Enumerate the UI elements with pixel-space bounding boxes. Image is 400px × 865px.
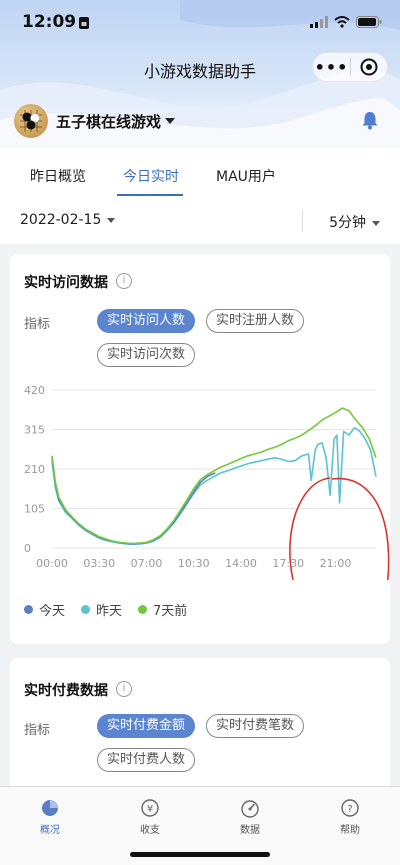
legend-7days-ago[interactable]: 7天前 (138, 600, 187, 619)
x-tick-label: 10:30 (178, 557, 210, 570)
sim-card-icon (79, 17, 89, 29)
game-name: 五子棋在线游戏 (56, 112, 162, 131)
chevron-down-icon (372, 220, 380, 226)
card-title: 实时访问数据 (24, 275, 108, 291)
realtime-visits-chart: 420 315 210 105 0 00:00 03:30 07:00 10:30 14:00 17… (24, 384, 390, 580)
y-tick-label: 420 (24, 384, 45, 397)
chip-realtime-registrations[interactable]: 实时注册人数 (206, 309, 305, 333)
realtime-payments-card: 实时付费数据 i 指标 实时付费金额 实时付费笔数 实时付费人数 (10, 658, 390, 798)
svg-text:?: ? (347, 804, 352, 815)
tab-today-realtime[interactable]: 今日实时 (123, 166, 179, 186)
status-time: 12:09 (22, 12, 77, 32)
mini-program-capsule: ••• (312, 52, 388, 82)
home-indicator (130, 852, 270, 857)
nav-data[interactable]: 数据 (220, 795, 280, 836)
legend-dot (138, 605, 148, 614)
signal-icon (310, 16, 328, 28)
chevron-down-icon (107, 217, 116, 223)
nav-income[interactable]: ¥ 收支 (120, 795, 180, 836)
interval-picker[interactable]: 5分钟 (329, 212, 380, 232)
legend-label: 昨天 (96, 604, 123, 619)
x-tick-label: 21:00 (320, 557, 352, 570)
chart-legend: 今天 昨天 7天前 (24, 600, 187, 619)
legend-dot (24, 605, 33, 614)
x-tick-label: 14:00 (225, 557, 257, 570)
chip-realtime-visits[interactable]: 实时访问次数 (97, 343, 196, 367)
status-bar: 12:09 (0, 12, 400, 36)
y-tick-label: 210 (24, 463, 45, 476)
chevron-down-icon (165, 118, 176, 124)
bell-icon (362, 112, 378, 130)
game-avatar (14, 104, 48, 138)
legend-today[interactable]: 今天 (24, 600, 65, 619)
gauge-icon (241, 800, 259, 818)
go-board-icon (20, 110, 42, 132)
nav-label: 概况 (40, 825, 60, 836)
x-tick-label: 07:00 (131, 557, 163, 570)
series-line-0 (51, 457, 216, 545)
x-tick-label: 17:30 (272, 557, 304, 570)
nav-overview[interactable]: 概况 (20, 795, 80, 836)
tab-bar: 昨日概览 今日实时 MAU用户 (0, 148, 400, 198)
nav-label: 收支 (140, 825, 160, 836)
more-button[interactable]: ••• (313, 52, 350, 82)
header: 12:09 小游戏数据助手 ••• 五子棋在线游戏 (0, 0, 400, 148)
series-line-1 (51, 426, 377, 545)
chip-paying-users[interactable]: 实时付费人数 (97, 748, 196, 772)
legend-yesterday[interactable]: 昨天 (81, 600, 122, 619)
y-tick-label: 105 (24, 503, 45, 516)
game-selector[interactable]: 五子棋在线游戏 (14, 104, 176, 138)
legend-dot (81, 605, 91, 614)
metric-label: 指标 (24, 723, 51, 738)
nav-help[interactable]: ? 帮助 (320, 795, 380, 836)
interval-value: 5分钟 (329, 215, 366, 231)
y-tick-label: 0 (24, 542, 31, 555)
svg-text:¥: ¥ (147, 804, 153, 815)
info-icon[interactable]: i (116, 273, 132, 289)
help-icon: ? (341, 799, 359, 817)
chip-payment-amount[interactable]: 实时付费金额 (97, 714, 196, 738)
filter-bar: 2022-02-15 5分钟 (0, 198, 400, 244)
notification-button[interactable] (360, 110, 380, 134)
legend-label: 今天 (39, 604, 66, 619)
date-picker[interactable]: 2022-02-15 (20, 212, 116, 228)
wifi-icon (334, 16, 350, 28)
metric-label: 指标 (24, 317, 51, 332)
x-tick-label: 00:00 (36, 557, 68, 570)
card-title: 实时付费数据 (24, 683, 108, 699)
legend-label: 7天前 (153, 604, 188, 619)
yen-coin-icon: ¥ (141, 799, 159, 817)
close-target-icon (360, 58, 378, 76)
x-tick-label: 03:30 (83, 557, 115, 570)
tab-mau[interactable]: MAU用户 (216, 166, 276, 186)
date-value: 2022-02-15 (20, 212, 102, 228)
info-icon[interactable]: i (116, 681, 132, 697)
pie-chart-icon (42, 800, 58, 816)
y-tick-label: 315 (24, 424, 45, 437)
battery-icon (356, 16, 382, 28)
close-button[interactable] (351, 52, 387, 82)
nav-label: 帮助 (340, 825, 360, 836)
chip-realtime-visitors[interactable]: 实时访问人数 (97, 309, 196, 333)
tab-yesterday[interactable]: 昨日概览 (30, 166, 86, 186)
active-tab-indicator (117, 194, 183, 196)
realtime-visits-card: 实时访问数据 i 指标 实时访问人数 实时注册人数 实时访问次数 420 315 2… (10, 254, 390, 644)
nav-label: 数据 (240, 825, 260, 836)
chip-payment-count[interactable]: 实时付费笔数 (206, 714, 305, 738)
filter-divider (302, 210, 303, 232)
